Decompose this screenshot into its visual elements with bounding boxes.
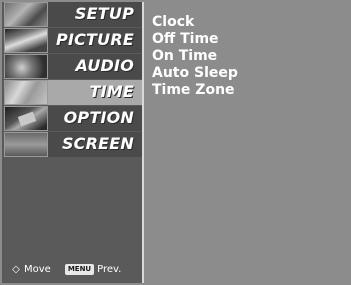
menu-item-label: SCREEN bbox=[61, 134, 134, 153]
time-thumbnail-icon bbox=[4, 80, 48, 105]
menu-item-option[interactable]: OPTION bbox=[2, 106, 142, 131]
menu-item-picture[interactable]: PICTURE bbox=[2, 28, 142, 53]
menu-item-time[interactable]: TIME bbox=[2, 80, 142, 105]
menu-item-audio[interactable]: AUDIO bbox=[2, 54, 142, 79]
prev-hint-label: Prev. bbox=[97, 263, 122, 275]
tv-osd-menu: SETUP PICTURE AUDIO TIME OPTION SCREEN ◇… bbox=[0, 0, 351, 285]
option-badge-shape bbox=[17, 111, 37, 127]
main-menu-sidebar: SETUP PICTURE AUDIO TIME OPTION SCREEN ◇… bbox=[2, 2, 144, 283]
picture-thumbnail-icon bbox=[4, 28, 48, 53]
setup-thumbnail-icon bbox=[4, 2, 48, 27]
navigation-hint-bar: ◇ Move MENU Prev. bbox=[2, 261, 142, 277]
submenu-item-clock[interactable]: Clock bbox=[152, 14, 342, 31]
menu-item-label: TIME bbox=[89, 82, 134, 101]
menu-item-setup[interactable]: SETUP bbox=[2, 2, 142, 27]
move-arrows-icon: ◇ bbox=[12, 263, 20, 275]
menu-item-label: SETUP bbox=[74, 4, 134, 23]
move-hint-label: Move bbox=[24, 263, 51, 275]
menu-item-label: PICTURE bbox=[56, 30, 134, 49]
option-thumbnail-icon bbox=[4, 106, 48, 131]
audio-thumbnail-icon bbox=[4, 54, 48, 79]
menu-item-label: AUDIO bbox=[75, 56, 134, 75]
submenu-item-on-time[interactable]: On Time bbox=[152, 48, 342, 65]
main-menu-list: SETUP PICTURE AUDIO TIME OPTION SCREEN bbox=[2, 2, 142, 158]
screen-thumbnail-icon bbox=[4, 132, 48, 157]
menu-key-badge: MENU bbox=[64, 263, 95, 275]
submenu-item-time-zone[interactable]: Time Zone bbox=[152, 82, 342, 99]
menu-item-screen[interactable]: SCREEN bbox=[2, 132, 142, 157]
menu-item-label: OPTION bbox=[63, 108, 134, 127]
time-submenu: Clock Off Time On Time Auto Sleep Time Z… bbox=[152, 14, 342, 99]
submenu-item-off-time[interactable]: Off Time bbox=[152, 31, 342, 48]
submenu-item-auto-sleep[interactable]: Auto Sleep bbox=[152, 65, 342, 82]
